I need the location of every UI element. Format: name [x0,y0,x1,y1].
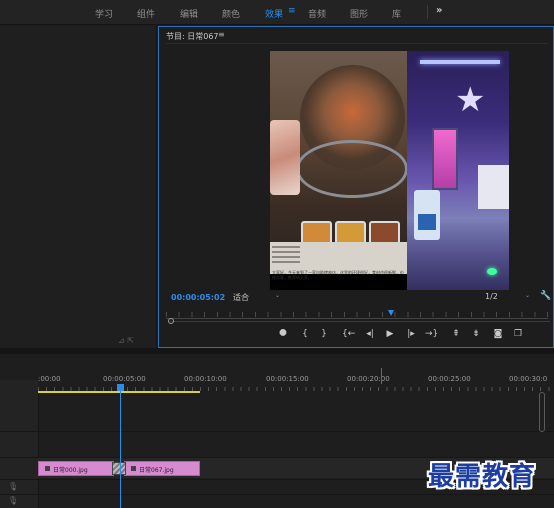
playhead-timecode[interactable]: 00:00:05:02 [171,293,225,302]
ruler-label: 00:00:25:00 [428,375,471,383]
workspace-tab-editing[interactable]: 编辑 [180,7,198,20]
timeline-vertical-scrollbar[interactable] [539,392,545,432]
chevron-down-icon[interactable]: ⌄ [275,292,280,299]
microphone-icon[interactable]: 🎙 [8,496,18,505]
go-to-out-button[interactable]: →} [425,329,438,339]
step-back-button[interactable]: ◂| [364,329,376,339]
workspace-menu-icon[interactable]: ≡ [288,6,296,16]
timeline-clip[interactable]: 日常000.jpg [38,461,114,476]
track-headers [0,380,39,508]
timeline-playhead-handle[interactable] [117,384,124,391]
go-to-in-button[interactable]: {← [342,329,355,339]
program-monitor-title[interactable]: 节目: 日常067 [166,31,219,42]
star-decoration-image-part: ★ [455,80,486,120]
image-clip-icon [45,466,50,471]
panel-menu-icon[interactable]: ≡ [218,30,225,39]
extract-button[interactable]: ⇟ [470,329,482,339]
monitor-header-divider [166,43,548,44]
chevron-down-icon[interactable]: ⌄ [525,292,530,299]
floor-light-image-part [487,268,497,275]
track-divider [0,431,554,432]
workspace-tab-effects[interactable]: 效果 [265,7,283,20]
step-forward-button[interactable]: |▸ [405,329,417,339]
caption-text: 大家好，今天来到了一家自助烤肉店，这里的环境很好，食材也很新鲜，价格实惠，推荐给… [272,270,404,280]
lift-button[interactable]: ⇞ [450,329,462,339]
workspace-divider [427,5,428,19]
watermark-logo: 最需教育 [428,462,537,492]
sequence-end-marker [381,368,382,384]
work-area-bar[interactable] [38,391,200,393]
workspace-bar: 学习 组件 编辑 颜色 效果 ≡ 音频 图形 库 » [0,0,554,25]
image-clip-icon [131,466,136,471]
wrench-icon[interactable]: 🔧 [540,291,551,301]
grill-ring-image-part [296,140,408,198]
clip-label: 日常067.jpg [139,467,174,474]
menu-card-lines [272,246,300,266]
monitor-playhead[interactable] [388,310,394,316]
microphone-icon[interactable]: 🎙 [8,482,18,491]
workspace-tab-color[interactable]: 颜色 [222,7,240,20]
mark-out-button[interactable]: } [318,329,330,339]
panel-footer-icons[interactable]: ⊿ ⇱ [118,336,134,345]
comparison-view-button[interactable]: ❐ [512,329,524,339]
transition-effect[interactable] [112,462,126,475]
ruler-label: 00:00:20:00 [347,375,390,383]
meat-plate-image-part [270,120,300,195]
ruler-label: 00:00:15:00 [266,375,309,383]
zoom-scroll-handle[interactable] [168,318,174,324]
kiosk-screen-image-part [418,214,436,230]
timeline-clip[interactable]: 日常067.jpg [124,461,200,476]
monitor-ruler-ticks [166,312,548,317]
workspace-tab-assembly[interactable]: 组件 [137,7,155,20]
workspace-tab-graphics[interactable]: 图形 [350,7,368,20]
neon-light-image-part [420,60,500,64]
claw-machine-image-part [432,128,458,190]
timeline-playhead-line[interactable] [120,391,121,508]
more-workspaces-icon[interactable]: » [436,5,442,16]
workspace-tab-audio[interactable]: 音频 [308,7,326,20]
monitor-scrub-bar[interactable] [170,321,550,322]
add-marker-button[interactable]: ⯃ [277,329,289,339]
track-divider [0,494,554,495]
clip-label: 日常000.jpg [53,467,88,474]
workspace-tab-libraries[interactable]: 库 [392,7,401,20]
workspace-tab-learn[interactable]: 学习 [95,7,113,20]
export-frame-button[interactable]: ◙ [492,329,504,339]
ruler-label: 00:00:30:0 [509,375,548,383]
ruler-label: :00:00 [38,375,61,383]
ruler-label: 00:00:10:00 [184,375,227,383]
ruler-label: 00:00:05:00 [103,375,146,383]
counter-image-part [478,165,509,209]
play-button[interactable]: ▶ [384,329,396,339]
source-panel [0,26,157,348]
mark-in-button[interactable]: { [299,329,311,339]
